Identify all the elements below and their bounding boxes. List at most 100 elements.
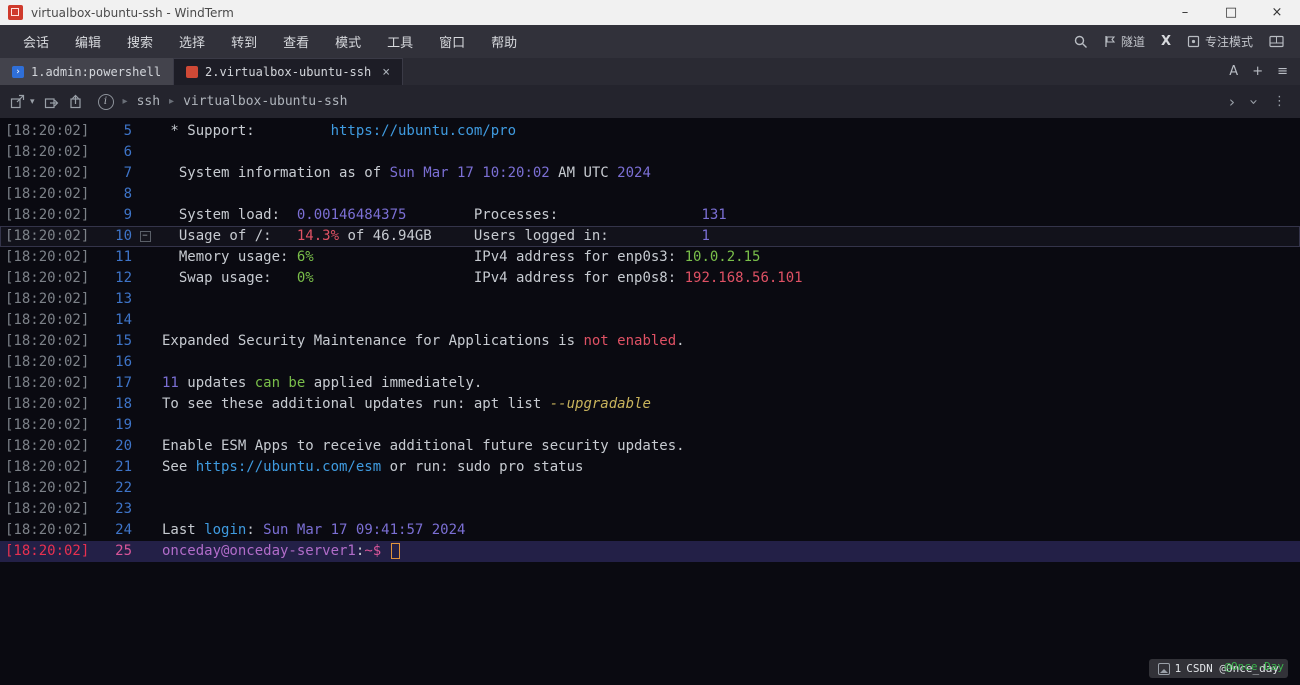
line-timestamp: [18:20:02]: [5, 438, 90, 454]
terminal-line-21: [18:20:02] 21 See https://ubuntu.com/esm o…: [0, 457, 1300, 478]
new-session-button[interactable]: [10, 94, 25, 109]
breadcrumb-arrow-icon: ▸: [169, 96, 175, 107]
close-tab-icon[interactable]: ×: [382, 65, 390, 80]
line-timestamp: [18:20:02]: [5, 375, 90, 391]
line-timestamp: [18:20:02]: [5, 522, 90, 538]
close-button[interactable]: ×: [1254, 0, 1300, 25]
image-icon: [1157, 662, 1170, 675]
line-text: [158, 184, 1300, 205]
tab-label: 1.admin:powershell: [31, 64, 162, 79]
fold-gutter: [132, 121, 158, 142]
menu-item-4[interactable]: 选择: [166, 25, 218, 58]
menubar-right: 隧道 X 专注模式: [1074, 33, 1290, 50]
line-timestamp: [18:20:02]: [5, 186, 90, 202]
fold-gutter: [132, 205, 158, 226]
fold-gutter: [132, 310, 158, 331]
titlebar: virtualbox-ubuntu-ssh - WindTerm – □ ×: [0, 0, 1300, 25]
line-text: [158, 289, 1300, 310]
line-number: 16: [115, 354, 132, 370]
menu-item-8[interactable]: 工具: [374, 25, 426, 58]
terminal-line-12: [18:20:02] 12 Swap usage: 0% IPv4 address…: [0, 268, 1300, 289]
tab-active[interactable]: 2.virtualbox-ubuntu-ssh ×: [173, 58, 404, 85]
tab-list: › 1.admin:powershell 2.virtualbox-ubuntu-s…: [0, 58, 404, 85]
focus-icon: [1187, 35, 1200, 48]
terminal-line-13: [18:20:02] 13: [0, 289, 1300, 310]
chevron-down-icon[interactable]: ›: [1245, 99, 1263, 105]
line-number: 10: [115, 228, 132, 244]
minimize-button[interactable]: –: [1162, 0, 1208, 25]
line-number: 8: [123, 186, 132, 202]
terminal-line-8: [18:20:02] 8: [0, 184, 1300, 205]
line-number: 18: [115, 396, 132, 412]
line-timestamp: [18:20:02]: [5, 417, 90, 433]
watermark-overlay: @Once-Day: [1224, 660, 1284, 673]
duplicate-session-button[interactable]: [44, 94, 59, 109]
menu-item-6[interactable]: 查看: [270, 25, 322, 58]
toolbar-right: › › ⋮: [1229, 93, 1290, 111]
line-text: [158, 478, 1300, 499]
terminal-line-20: [18:20:02] 20 Enable ESM Apps to receive a…: [0, 436, 1300, 457]
line-text: Enable ESM Apps to receive additional fu…: [162, 438, 685, 454]
line-number: 6: [123, 144, 132, 160]
detach-session-button[interactable]: [68, 94, 83, 109]
terminal-line-14: [18:20:02] 14: [0, 310, 1300, 331]
terminal-line-9: [18:20:02] 9 System load: 0.00146484375 P…: [0, 205, 1300, 226]
terminal-line-5: [18:20:02] 5 * Support: https://ubuntu.co…: [0, 121, 1300, 142]
add-tab-button[interactable]: +: [1252, 64, 1263, 79]
terminal[interactable]: [18:20:02] 5 * Support: https://ubuntu.co…: [0, 118, 1300, 685]
line-number: 20: [115, 438, 132, 454]
fold-gutter: [132, 541, 158, 562]
fold-gutter: [132, 184, 158, 205]
windterm-logo-icon: [8, 5, 23, 20]
line-number: 23: [115, 501, 132, 517]
terminal-line-22: [18:20:02] 22: [0, 478, 1300, 499]
line-text: [158, 142, 1300, 163]
tab-list-menu-icon[interactable]: ≡: [1277, 64, 1288, 79]
fold-gutter: [132, 436, 158, 457]
menu-item-3[interactable]: 搜索: [114, 25, 166, 58]
menu-item-2[interactable]: 编辑: [62, 25, 114, 58]
maximize-button[interactable]: □: [1208, 0, 1254, 25]
menu-item-7[interactable]: 模式: [322, 25, 374, 58]
line-text: * Support: https://ubuntu.com/pro: [162, 123, 517, 139]
line-timestamp: [18:20:02]: [5, 165, 90, 181]
layout-grid-icon[interactable]: [1269, 35, 1284, 48]
breadcrumb-protocol[interactable]: ssh: [137, 94, 160, 109]
menu-item-1[interactable]: 会话: [10, 25, 62, 58]
fold-gutter: [132, 373, 158, 394]
line-text: Swap usage: 0% IPv4 address for enp0s8: …: [162, 270, 803, 286]
session-info-icon[interactable]: i: [97, 93, 114, 110]
line-timestamp: [18:20:02]: [5, 396, 90, 412]
menu-item-9[interactable]: 窗口: [426, 25, 478, 58]
new-session-dropdown-icon[interactable]: ▾: [30, 97, 35, 107]
line-timestamp: [18:20:02]: [5, 123, 90, 139]
menu-item-5[interactable]: 转到: [218, 25, 270, 58]
focus-mode-button[interactable]: 专注模式: [1187, 33, 1253, 50]
fold-gutter: [132, 331, 158, 352]
expand-right-icon[interactable]: ›: [1229, 93, 1235, 111]
fold-gutter: [132, 457, 158, 478]
tunnel-button[interactable]: 隧道: [1104, 33, 1145, 50]
line-number: 25: [115, 543, 132, 559]
line-text: [158, 499, 1300, 520]
more-options-icon[interactable]: ⋮: [1273, 94, 1286, 109]
terminal-rows: [18:20:02] 5 * Support: https://ubuntu.co…: [0, 121, 1300, 562]
menu-item-10[interactable]: 帮助: [478, 25, 530, 58]
x-button[interactable]: X: [1161, 34, 1171, 49]
line-text: onceday@onceday-server1:~$: [158, 541, 1300, 562]
fold-gutter: [132, 478, 158, 499]
line-number: 11: [115, 249, 132, 265]
search-icon[interactable]: [1074, 35, 1088, 49]
terminal-line-6: [18:20:02] 6: [0, 142, 1300, 163]
menu-items: 会话 编辑 搜索 选择 转到 查看 模式 工具 窗口 帮助: [10, 25, 530, 58]
font-size-button[interactable]: A: [1229, 64, 1238, 79]
breadcrumb-session[interactable]: virtualbox-ubuntu-ssh: [183, 94, 347, 109]
line-timestamp: [18:20:02]: [5, 207, 90, 223]
line-number: 14: [115, 312, 132, 328]
fold-marker[interactable]: −: [132, 226, 158, 247]
line-text: 11 updates can be applied immediately.: [162, 375, 483, 391]
terminal-line-19: [18:20:02] 19: [0, 415, 1300, 436]
tab-inactive[interactable]: › 1.admin:powershell: [0, 58, 174, 85]
terminal-line-10: [18:20:02] 10− Usage of /: 14.3% of 46.94…: [0, 226, 1300, 247]
terminal-line-18: [18:20:02] 18 To see these additional upda…: [0, 394, 1300, 415]
